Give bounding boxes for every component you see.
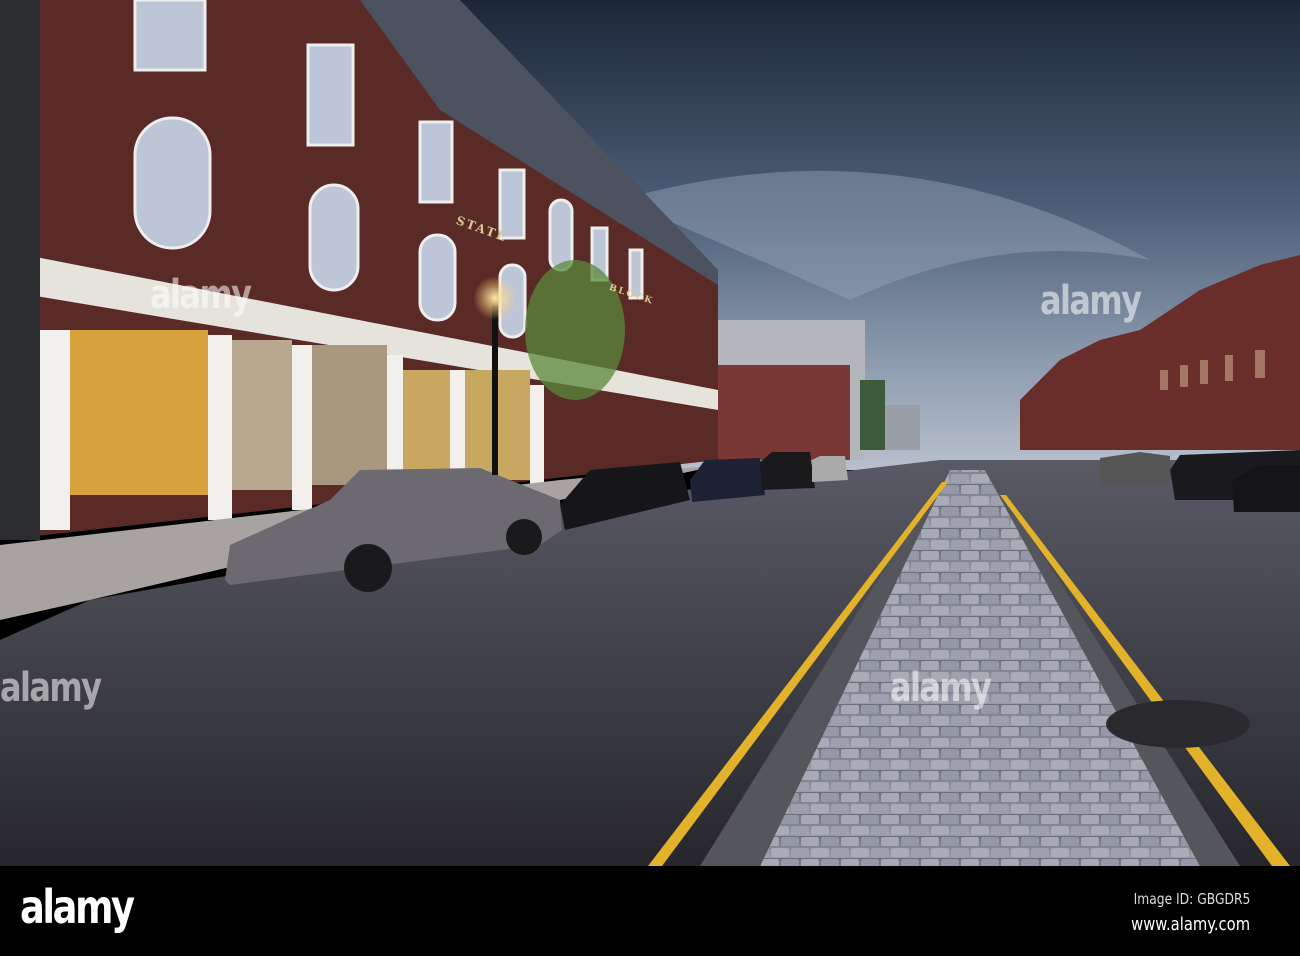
watermark: alamy — [890, 665, 992, 711]
street-lamp — [492, 305, 498, 475]
alamy-logo: alamy — [20, 880, 135, 934]
site-url: www.alamy.com — [1131, 914, 1250, 935]
image-id: Image ID: GBGDR5 — [1133, 890, 1250, 908]
watermark: alamy — [1040, 278, 1142, 324]
tree — [525, 260, 625, 400]
stock-photo: STATE BLOCK alamy alamy alamy alamy alam… — [0, 0, 1300, 956]
street-scene — [0, 0, 1300, 866]
manhole-cover — [1106, 700, 1250, 748]
watermark: alamy — [150, 272, 252, 318]
footer-bar: alamy Image ID: GBGDR5 www.alamy.com — [0, 866, 1300, 956]
watermark: alamy — [0, 665, 102, 711]
